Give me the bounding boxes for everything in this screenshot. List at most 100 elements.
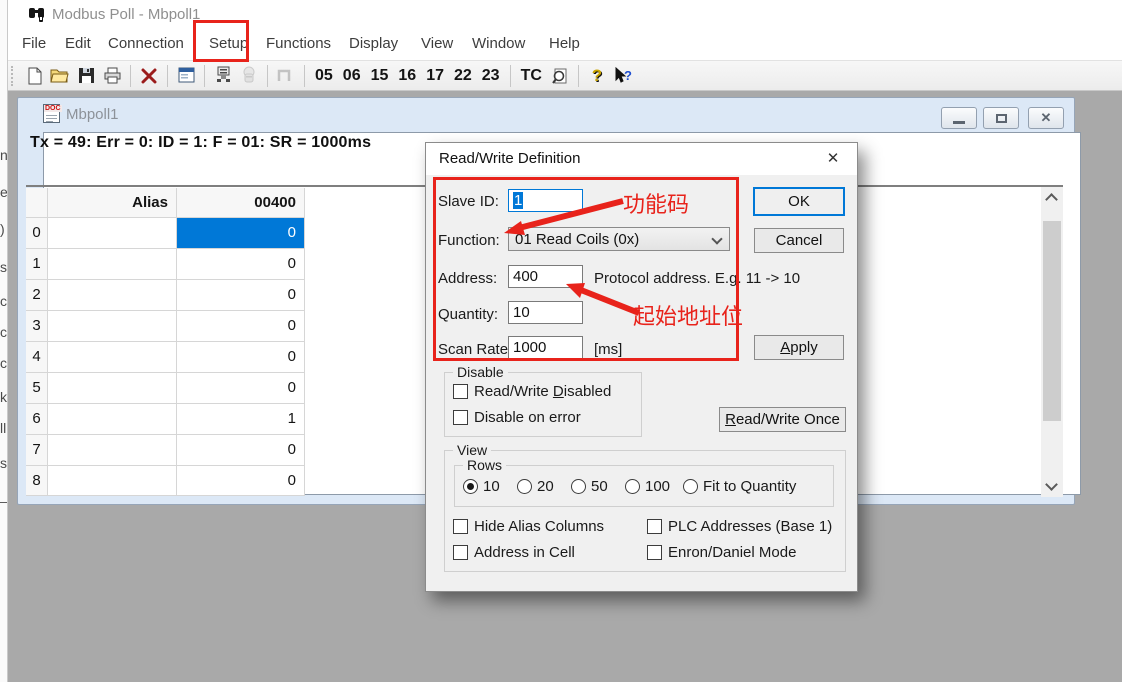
function-16-button[interactable]: 16 [394,64,420,88]
toolbar: 05 06 15 16 17 22 23 TC ? ? [8,60,1122,91]
scroll-up-icon[interactable] [1045,193,1058,206]
grid-alias-cell[interactable] [48,435,177,466]
fit-to-quantity-radio[interactable]: Fit to Quantity [683,478,796,495]
radio-icon [517,479,532,494]
menu-connection[interactable]: Connection [108,33,184,55]
menu-display[interactable]: Display [349,33,398,55]
grid-value-cell[interactable]: 0 [177,249,305,280]
checkbox-icon [647,519,662,534]
grid-rowhdr[interactable]: 0 [26,218,48,249]
child-minimize-button[interactable] [941,107,977,129]
function-06-button[interactable]: 06 [339,64,365,88]
grid-rowhdr[interactable]: 4 [26,342,48,373]
grid-corner-header [26,188,48,218]
grid-value-cell[interactable]: 0 [177,466,305,496]
ok-button[interactable]: OK [753,187,845,216]
print-button[interactable] [100,64,124,88]
new-file-button[interactable] [22,64,46,88]
rows-50-radio[interactable]: 50 [571,478,608,495]
scroll-down-icon[interactable] [1045,478,1058,491]
enron-daniel-mode-checkbox[interactable]: Enron/Daniel Mode [647,544,796,561]
cancel-poll-button[interactable] [137,64,161,88]
grid-value-cell[interactable]: 0 [177,373,305,404]
menu-functions[interactable]: Functions [266,33,331,55]
view-group: View Rows 10 20 50 100 Fit to Quantity H… [444,450,846,572]
grid-value-cell[interactable]: 0 [177,280,305,311]
menu-help[interactable]: Help [549,33,580,55]
menu-view[interactable]: View [421,33,453,55]
grid-value-cell[interactable]: 0 [177,311,305,342]
window-panel-icon [178,67,195,84]
function-17-button[interactable]: 17 [422,64,448,88]
grid-rowhdr[interactable]: 2 [26,280,48,311]
communication-log-button[interactable] [237,64,261,88]
menu-window[interactable]: Window [472,33,525,55]
grid-value-cell[interactable]: 0 [177,342,305,373]
grid-rowhdr[interactable]: 6 [26,404,48,435]
grid-alias-cell[interactable] [48,342,177,373]
grid-alias-cell[interactable] [48,373,177,404]
toolbar-separator [304,65,305,87]
save-button[interactable] [74,64,98,88]
grid-alias-cell[interactable] [48,218,177,249]
address-in-cell-checkbox[interactable]: Address in Cell [453,544,575,561]
function-15-button[interactable]: 15 [367,64,393,88]
grid-alias-cell[interactable] [48,311,177,342]
toolbar-grip [11,66,15,86]
rows-20-radio[interactable]: 20 [517,478,554,495]
rows-10-radio[interactable]: 10 [463,478,500,495]
vertical-scrollbar[interactable] [1041,187,1063,497]
hide-alias-columns-checkbox[interactable]: Hide Alias Columns [453,518,604,535]
open-file-button[interactable] [48,64,72,88]
bg-text-fragment: k [0,389,7,405]
grid-header-address[interactable]: 00400 [177,188,305,218]
test-center-button[interactable]: TC [517,64,546,88]
cancel-button[interactable]: Cancel [754,228,844,253]
grid-rowhdr[interactable]: 5 [26,373,48,404]
grid-alias-cell[interactable] [48,404,177,435]
toolbar-separator [578,65,579,87]
display-setup-button[interactable] [174,64,198,88]
grid-rowhdr[interactable]: 3 [26,311,48,342]
grid-rowhdr[interactable]: 8 [26,466,48,496]
menu-edit[interactable]: Edit [65,33,91,55]
grid-alias-cell[interactable] [48,466,177,496]
setup-annotation-box [193,20,249,62]
function-05-button[interactable]: 05 [311,64,337,88]
grid-header-alias[interactable]: Alias [48,188,177,218]
single-pulse-button[interactable] [274,64,298,88]
grid-alias-cell[interactable] [48,249,177,280]
plc-addresses-checkbox[interactable]: PLC Addresses (Base 1) [647,518,832,535]
grid-rowhdr[interactable]: 1 [26,249,48,280]
disable-group-legend: Disable [453,364,508,380]
function-22-button[interactable]: 22 [450,64,476,88]
context-help-button[interactable]: ? [611,64,635,88]
print-preview-button[interactable] [548,64,572,88]
menubar: File Edit Connection Setup Functions Dis… [8,28,1122,60]
grid-value-cell[interactable]: 0 [177,435,305,466]
grid-value-cell[interactable]: 1 [177,404,305,435]
rows-100-radio[interactable]: 100 [625,478,670,495]
child-restore-button[interactable] [983,107,1019,129]
disable-on-error-checkbox[interactable]: Disable on error [453,409,581,426]
bg-text-fragment: s [0,455,7,471]
help-cursor-icon: ? [613,67,633,85]
dialog-close-icon[interactable]: ✕ [823,149,843,167]
grid-alias-cell[interactable] [48,280,177,311]
grid-rowhdr[interactable]: 7 [26,435,48,466]
menu-file[interactable]: File [22,33,46,55]
child-close-button[interactable]: ✕ [1028,107,1064,129]
bg-text-fragment: ) [0,221,5,237]
grid-value-cell-selected[interactable]: 0 [177,218,305,249]
apply-button[interactable]: Apply [754,335,844,360]
restore-icon [996,114,1007,123]
disable-group: Disable Read/Write Disabled Disable on e… [444,372,642,437]
scrollbar-thumb[interactable] [1043,221,1061,421]
bg-text-fragment: c [0,293,7,309]
function-23-button[interactable]: 23 [478,64,504,88]
communication-traffic-button[interactable] [211,64,235,88]
about-help-button[interactable]: ? [585,64,609,88]
magnifier-page-icon [551,67,569,85]
read-write-once-button[interactable]: Read/Write Once [719,407,846,432]
read-write-disabled-checkbox[interactable]: Read/Write Disabled [453,383,611,400]
